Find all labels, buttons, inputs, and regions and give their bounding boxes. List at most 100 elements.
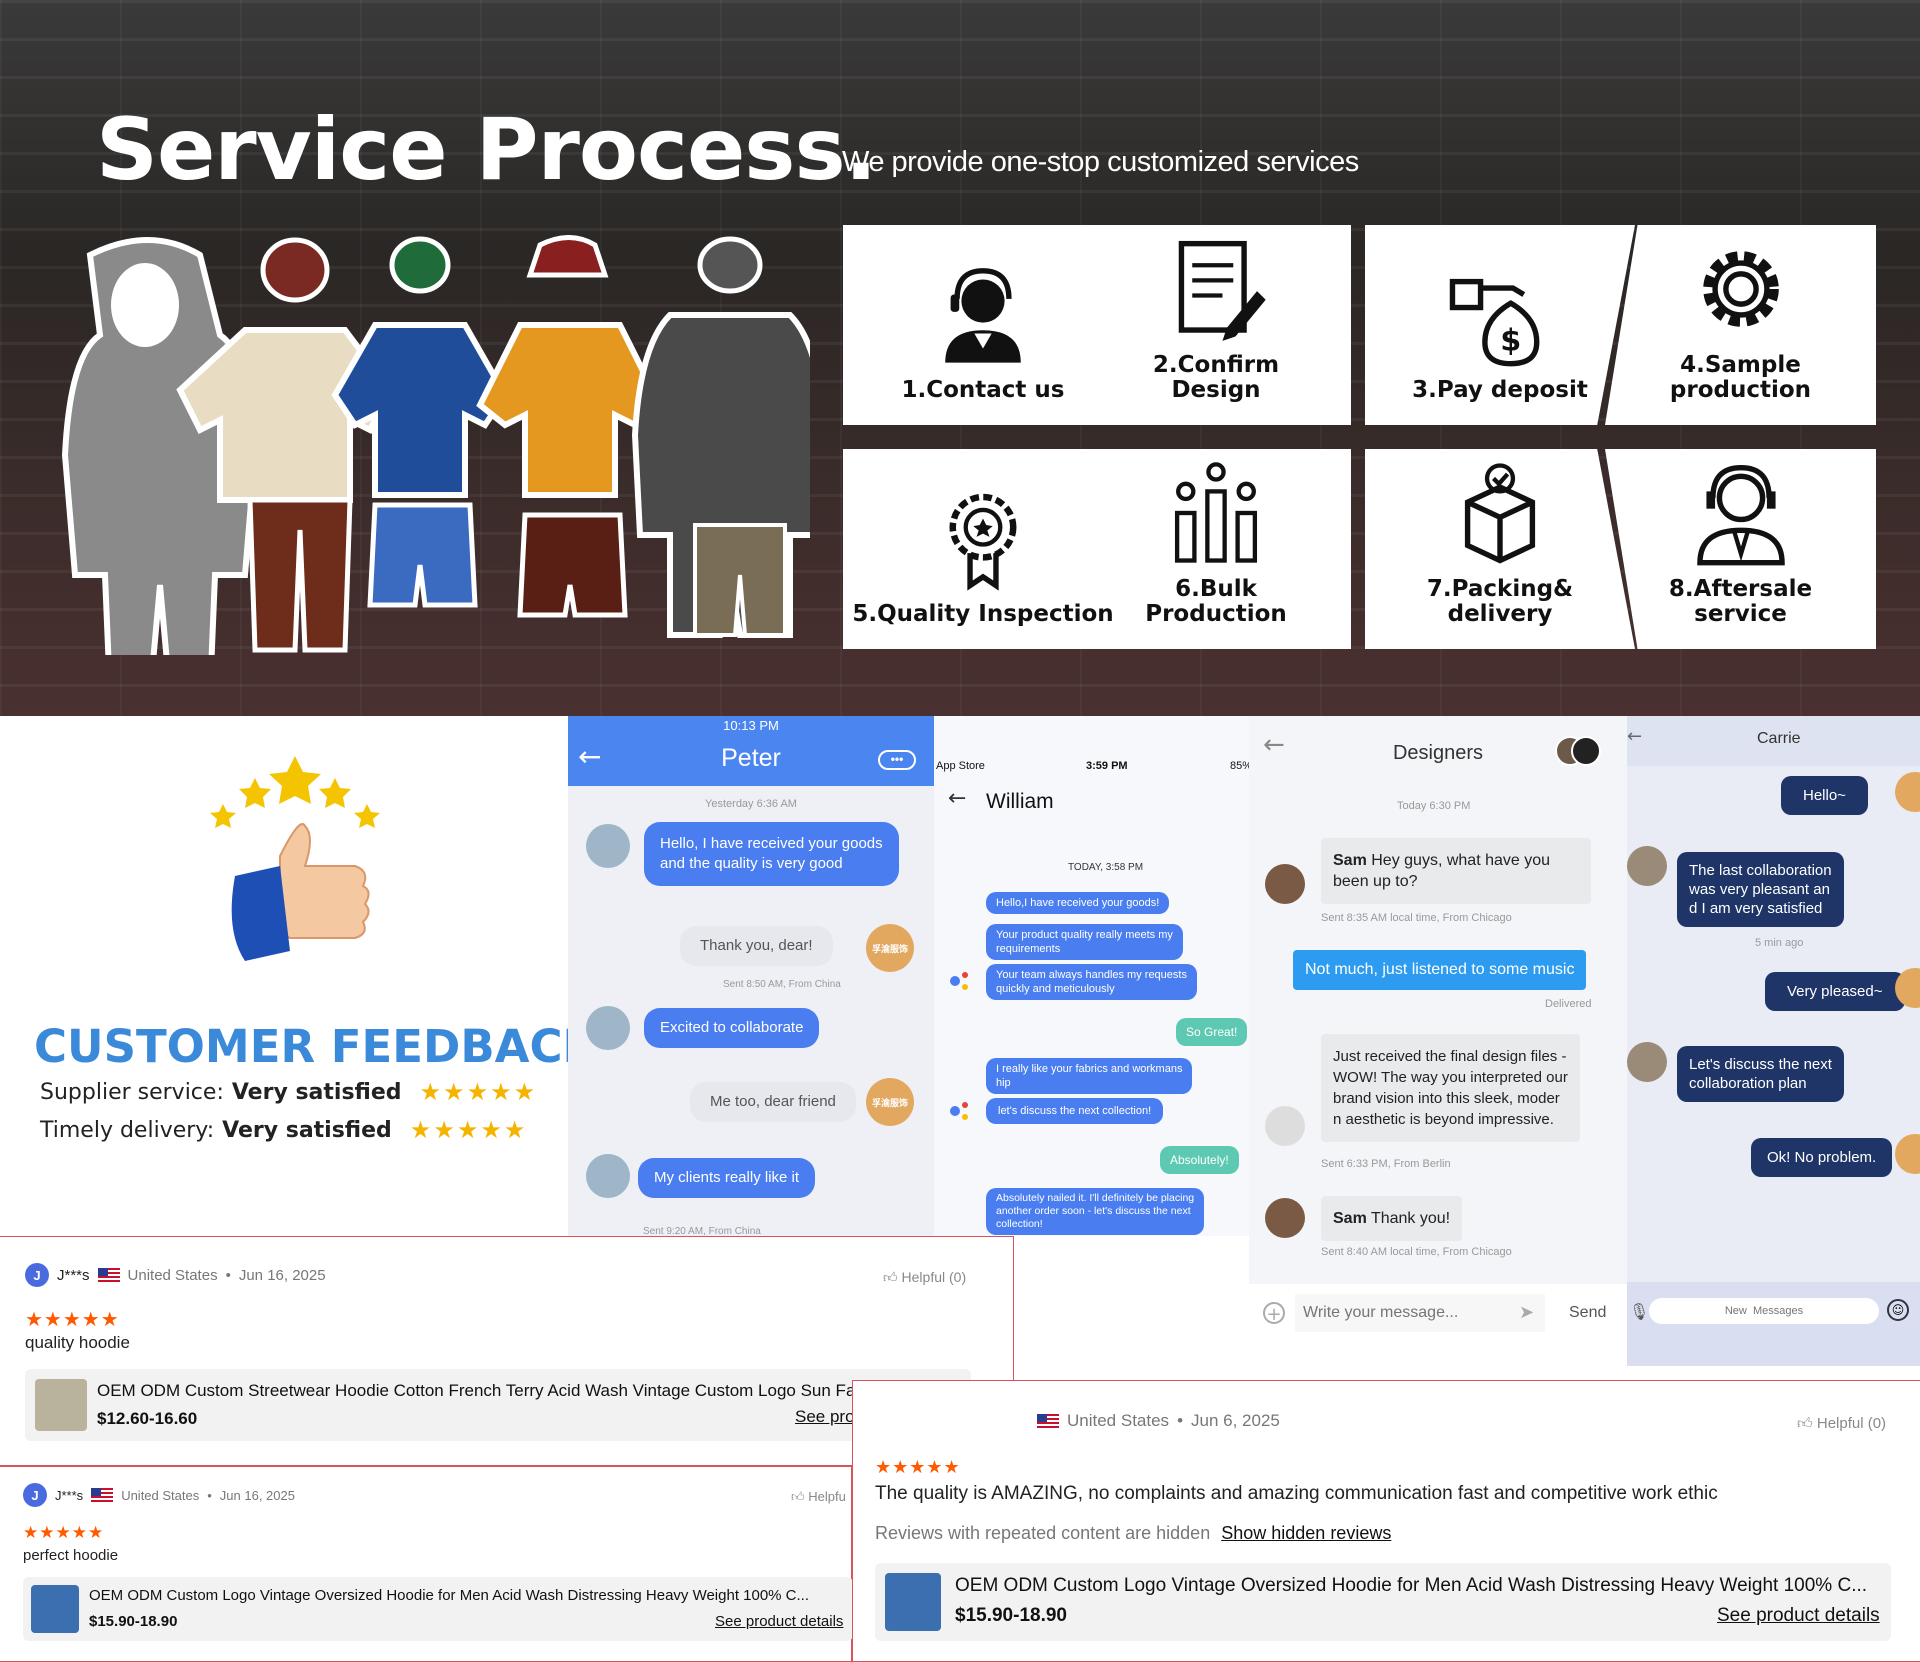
feedback-row-delivery: Timely delivery: Very satisfied ★★★★★ <box>40 1116 527 1144</box>
chat-date: TODAY, 3:58 PM <box>1068 862 1144 873</box>
product-thumbnail <box>885 1573 941 1631</box>
chat-bubble-received: Hello,I have received your goods! <box>986 892 1170 914</box>
product-card[interactable]: OEM ODM Custom Streetwear Hoodie Cotton … <box>25 1369 971 1441</box>
step-label: 6.Bulk Production <box>1145 576 1287 627</box>
chat-bubble-received: I really like your fabrics and workmans … <box>986 1058 1193 1094</box>
battery-level: 85% <box>1230 760 1249 772</box>
chat-bubble-sent: Hello~ <box>1781 776 1868 815</box>
chat-bubble-received: The last collaboration was very pleasant… <box>1677 852 1844 927</box>
step-label: 4.Sample production <box>1669 352 1812 403</box>
group-avatars <box>1555 736 1601 766</box>
review-date: Jun 16, 2025 <box>219 1487 295 1503</box>
more-icon[interactable]: ••• <box>878 750 916 770</box>
chat-header: ← Carrie <box>1627 716 1920 766</box>
reviewer-name: J***s <box>55 1487 84 1503</box>
review-header: J J***s United States • Jun 16, 2025 <box>23 1483 295 1507</box>
see-product-details-link[interactable]: See product details <box>715 1613 843 1630</box>
document-pen-icon <box>1178 240 1266 341</box>
figure-camo-jacket <box>631 236 810 638</box>
product-price: $15.90-18.90 <box>89 1613 178 1630</box>
step-card-contact: 1.Contact us <box>843 225 1123 425</box>
quality-badge-icon <box>949 493 1017 591</box>
message-text: Thank you! <box>1370 1210 1451 1227</box>
avatar <box>586 1154 630 1198</box>
helpful-button[interactable]: 👍︎ Helpful (0) <box>1797 1415 1886 1433</box>
chat-bubble-received: Absolutely nailed it. I'll definitely be… <box>986 1188 1205 1235</box>
svg-text:$: $ <box>1500 324 1521 359</box>
figure-blue-outfit <box>331 236 509 608</box>
review-card: United States • Jun 6, 2025 👍︎ Helpful (… <box>852 1380 1920 1662</box>
chat-bubble-received: Sam Hey guys, what have you been up to? <box>1321 838 1591 904</box>
us-flag-icon <box>91 1488 114 1502</box>
sent-meta: Sent 8:40 AM local time, From Chicago <box>1321 1246 1512 1258</box>
composer-bar: + ➤ Send <box>1249 1284 1627 1366</box>
thumbs-up-icon <box>210 756 380 961</box>
rating-stars: ★★★★★ <box>419 1078 538 1106</box>
back-arrow-icon[interactable]: ← <box>1627 726 1642 747</box>
avatar: J <box>25 1263 49 1287</box>
see-product-details-link[interactable]: See product details <box>1717 1605 1880 1627</box>
back-arrow-icon[interactable]: ← <box>948 786 966 811</box>
chat-bubble-sent: Very pleased~ <box>1765 972 1905 1011</box>
product-card[interactable]: OEM ODM Custom Logo Vintage Oversized Ho… <box>23 1577 853 1641</box>
review-date: Jun 16, 2025 <box>238 1266 326 1284</box>
step-card-sample-production: 4.Sample production <box>1605 225 1876 425</box>
thumbs-up-icon: 👍︎ <box>883 1269 898 1285</box>
add-icon[interactable]: + <box>1263 1302 1285 1325</box>
helpful-label: Helpfu <box>808 1489 846 1504</box>
hero-subtitle: We provide one-stop customized services <box>842 146 1359 178</box>
thumbs-up-icon: 👍︎ <box>791 1489 805 1504</box>
product-card[interactable]: OEM ODM Custom Logo Vintage Oversized Ho… <box>875 1563 1891 1641</box>
message-input[interactable] <box>1295 1294 1545 1332</box>
step-label: 7.Packing& delivery <box>1426 576 1574 627</box>
emoji-icon[interactable]: ☺ <box>1887 1299 1909 1321</box>
reviewer-name: J***s <box>57 1266 90 1284</box>
feedback-row-supplier: Supplier service: Very satisfied ★★★★★ <box>40 1078 537 1106</box>
show-hidden-reviews-link[interactable]: Show hidden reviews <box>1221 1523 1391 1543</box>
assistant-icon <box>950 972 974 992</box>
helpful-label: Helpful (0) <box>901 1269 967 1285</box>
avatar <box>1265 1198 1305 1238</box>
avatar: 孚渝服饰 <box>866 1078 914 1126</box>
us-flag-icon <box>97 1268 120 1282</box>
avatar: 孚渝服饰 <box>866 924 914 972</box>
send-arrow-icon[interactable]: ➤ <box>1519 1302 1534 1323</box>
feedback-value: Very satisfied <box>231 1079 402 1105</box>
helpful-button[interactable]: 👍︎ Helpful (0) <box>883 1269 966 1286</box>
step-label: 5.Quality Inspection <box>852 601 1114 627</box>
time-ago: 5 min ago <box>1755 937 1804 949</box>
microphone-icon[interactable]: 🎙 <box>1629 1302 1649 1321</box>
contact-name: Carrie <box>1757 730 1801 747</box>
headset-agent-icon <box>945 268 1021 363</box>
review-header: United States • Jun 6, 2025 <box>1037 1411 1280 1431</box>
helpful-button[interactable]: 👍︎ Helpfu <box>791 1489 846 1505</box>
chat-bubble-sent: Not much, just listened to some music <box>1293 950 1587 990</box>
status-time: 3:59 PM <box>1086 760 1128 772</box>
step-card-quality-inspection: 5.Quality Inspection <box>843 449 1123 649</box>
chat-bubble-received: Just received the final design files - W… <box>1321 1034 1580 1142</box>
support-agent-icon <box>1696 464 1785 566</box>
rating-stars: ★★★★★ <box>875 1457 961 1477</box>
message-input[interactable] <box>1649 1298 1879 1324</box>
team-growth-icon <box>1174 462 1258 563</box>
chat-bubble-received: Let's discuss the next collaboration pla… <box>1677 1046 1844 1102</box>
feedback-label: Timely delivery: <box>40 1117 215 1143</box>
chat-bubble-sent: So Great! <box>1176 1018 1248 1046</box>
status-time: 10:13 PM <box>723 718 779 733</box>
product-thumbnail <box>35 1379 87 1431</box>
feedback-title: CUSTOMER FEEDBACK <box>34 1020 598 1073</box>
chat-date: Today 6:30 PM <box>1397 800 1471 812</box>
review-text: quality hoodie <box>25 1333 130 1352</box>
sent-meta: Sent 8:35 AM local time, From Chicago <box>1321 912 1512 924</box>
chat-bubble-sent: Thank you, dear! <box>680 926 833 966</box>
chat-bubble-sent: Me too, dear friend <box>690 1082 856 1122</box>
send-button[interactable]: Send <box>1569 1304 1606 1322</box>
avatar <box>1265 864 1305 904</box>
avatar <box>586 824 630 868</box>
gear-icon <box>1702 251 1779 327</box>
product-name: OEM ODM Custom Logo Vintage Oversized Ho… <box>955 1575 1868 1596</box>
step-card-confirm-design: 2.Confirm Design <box>1081 225 1351 425</box>
chat-screenshot-peter: 10:13 PM ← Peter ••• Yesterday 6:36 AM H… <box>568 716 934 1236</box>
reviewer-country: United States <box>1067 1411 1170 1430</box>
reviewer-country: United States <box>127 1266 218 1284</box>
